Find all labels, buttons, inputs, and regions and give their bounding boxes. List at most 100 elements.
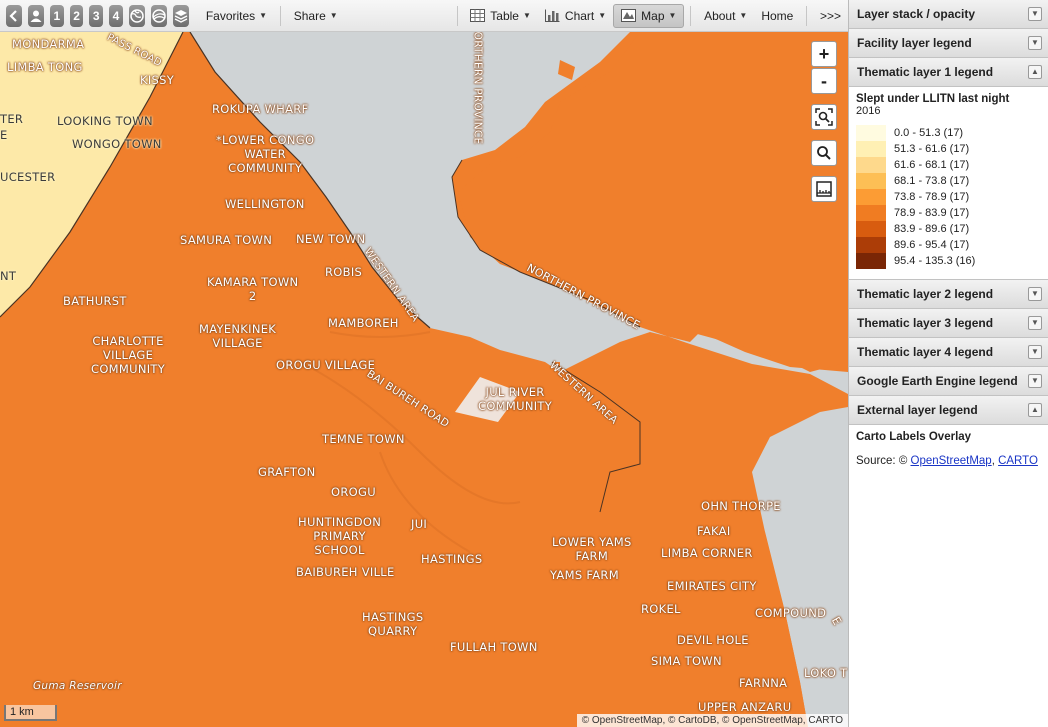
map-label: YAMS FARM bbox=[550, 568, 619, 582]
external-layer-source: Source: © OpenStreetMap, CARTO bbox=[856, 455, 1041, 467]
user-icon[interactable] bbox=[28, 4, 44, 27]
legend-class-row: 68.1 - 73.8 (17) bbox=[856, 173, 1041, 189]
map-menu[interactable]: Map ▼ bbox=[613, 3, 685, 28]
map-label: ROKEL bbox=[641, 602, 681, 616]
top-toolbar: 1 2 3 4 Favorites ▼ Share ▼ Table ▼ Chart ▼ … bbox=[0, 0, 848, 32]
favorite-slot-1-button[interactable]: 1 bbox=[50, 4, 64, 27]
share-menu[interactable]: Share ▼ bbox=[287, 4, 345, 28]
home-link[interactable]: Home bbox=[754, 4, 800, 28]
legend-classes: 0.0 - 51.3 (17) 51.3 - 61.6 (17) 61.6 - 68… bbox=[856, 125, 1041, 269]
section-title: Facility layer legend bbox=[857, 36, 972, 50]
expand-icon[interactable]: ▼ bbox=[1028, 345, 1042, 359]
expand-icon[interactable]: ▼ bbox=[1028, 36, 1042, 50]
map-label: LOOKING TOWN bbox=[57, 114, 153, 128]
globe-icon[interactable] bbox=[128, 4, 145, 27]
legend-class-label: 73.8 - 78.9 (17) bbox=[894, 191, 970, 203]
map-label: ROKUPA WHARF bbox=[212, 102, 309, 116]
map-canvas[interactable]: + - MONDARMA PASS ROAD LIMBA TONG KISSY … bbox=[0, 32, 848, 727]
chevron-down-icon: ▼ bbox=[739, 11, 748, 20]
expand-icon[interactable]: ▼ bbox=[1028, 287, 1042, 301]
table-menu[interactable]: Table ▼ bbox=[463, 4, 538, 28]
zoom-to-content-button[interactable] bbox=[811, 104, 837, 130]
map-label: UCESTER bbox=[0, 170, 56, 184]
favorite-slot-2-button[interactable]: 2 bbox=[69, 4, 84, 27]
map-label: TER bbox=[0, 112, 24, 126]
thematic-2-legend-header[interactable]: Thematic layer 2 legend ▼ bbox=[849, 280, 1048, 309]
earth-engine-legend-header[interactable]: Google Earth Engine legend ▼ bbox=[849, 367, 1048, 396]
toolbar-divider bbox=[690, 5, 692, 26]
legend-swatch bbox=[856, 173, 886, 189]
map-label: JUL RIVER COMMUNITY bbox=[478, 385, 553, 413]
about-menu[interactable]: About ▼ bbox=[697, 4, 754, 28]
map-label: NT bbox=[0, 269, 17, 283]
thematic-3-legend-header[interactable]: Thematic layer 3 legend ▼ bbox=[849, 309, 1048, 338]
external-legend-header[interactable]: External layer legend ▲ bbox=[849, 396, 1048, 425]
layer-stack-header[interactable]: Layer stack / opacity ▼ bbox=[849, 0, 1048, 29]
earth-engine-icon[interactable] bbox=[150, 4, 167, 27]
map-label: SIMA TOWN bbox=[651, 654, 722, 668]
scale-bar: 1 km bbox=[4, 705, 57, 721]
legend-swatch bbox=[856, 205, 886, 221]
measure-button[interactable] bbox=[811, 176, 837, 202]
external-legend-body: Carto Labels Overlay Source: © OpenStree… bbox=[849, 425, 1048, 477]
section-title: Layer stack / opacity bbox=[857, 7, 976, 21]
legend-class-label: 0.0 - 51.3 (17) bbox=[894, 127, 964, 139]
map-label: COMPOUND bbox=[755, 606, 827, 620]
section-title: Thematic layer 3 legend bbox=[857, 316, 994, 330]
chart-menu[interactable]: Chart ▼ bbox=[538, 4, 613, 28]
legend-swatch bbox=[856, 221, 886, 237]
about-menu-label: About bbox=[704, 8, 736, 23]
map-label: EMIRATES CITY bbox=[667, 579, 757, 593]
map-label: HUNTINGDON PRIMARY SCHOOL bbox=[298, 515, 382, 557]
map-label: OROGU bbox=[331, 485, 376, 499]
map-attribution: © OpenStreetMap, © CartoDB, © OpenStreet… bbox=[576, 714, 848, 727]
map-label: *LOWER CONGO WATER COMMUNITY bbox=[216, 133, 315, 175]
map-label: Guma Reservoir bbox=[33, 680, 122, 692]
map-label: E bbox=[0, 128, 8, 142]
toolbar-divider bbox=[456, 5, 458, 26]
favorite-slot-4-button[interactable]: 4 bbox=[109, 4, 123, 27]
legend-panel: Layer stack / opacity ▼ Facility layer l… bbox=[848, 0, 1048, 727]
legend-swatch bbox=[856, 189, 886, 205]
layers-icon[interactable] bbox=[172, 4, 189, 27]
map-label: DEVIL HOLE bbox=[677, 633, 749, 647]
thematic-4-legend-header[interactable]: Thematic layer 4 legend ▼ bbox=[849, 338, 1048, 367]
map-label: OHN THORPE bbox=[701, 499, 781, 513]
legend-period: 2016 bbox=[856, 105, 881, 117]
chevron-down-icon: ▼ bbox=[598, 11, 607, 20]
search-icon bbox=[817, 146, 831, 160]
legend-class-row: 95.4 - 135.3 (16) bbox=[856, 253, 1041, 269]
map-label: UPPER ANZARU bbox=[698, 700, 792, 714]
zoom-in-button[interactable]: + bbox=[811, 41, 837, 67]
map-label: FARNNA bbox=[739, 676, 788, 690]
legend-class-row: 89.6 - 95.4 (17) bbox=[856, 237, 1041, 253]
map-label: TEMNE TOWN bbox=[322, 432, 405, 446]
collapse-icon[interactable]: ▲ bbox=[1028, 403, 1042, 417]
map-label: NORTHERN PROVINCE bbox=[471, 32, 484, 145]
legend-class-row: 73.8 - 78.9 (17) bbox=[856, 189, 1041, 205]
chevron-down-icon: ▼ bbox=[329, 11, 338, 20]
search-button[interactable] bbox=[811, 140, 837, 166]
map-label: LIMBA TONG bbox=[7, 60, 83, 74]
legend-title: Slept under LLITN last night bbox=[856, 93, 1010, 105]
ruler-icon bbox=[816, 181, 832, 197]
openstreetmap-link[interactable]: OpenStreetMap bbox=[911, 455, 992, 467]
favorite-slot-3-button[interactable]: 3 bbox=[89, 4, 104, 27]
expand-icon[interactable]: ▼ bbox=[1028, 7, 1042, 21]
expand-icon[interactable]: ▼ bbox=[1028, 316, 1042, 330]
expand-more-button[interactable]: >>> bbox=[813, 4, 848, 28]
collapse-icon[interactable]: ▲ bbox=[1028, 65, 1042, 79]
expand-icon[interactable]: ▼ bbox=[1028, 374, 1042, 388]
legend-swatch bbox=[856, 125, 886, 141]
map-label: FULLAH TOWN bbox=[450, 640, 538, 654]
section-title: Thematic layer 4 legend bbox=[857, 345, 994, 359]
back-icon[interactable] bbox=[6, 4, 22, 27]
map-label: MAYENKINEK VILLAGE bbox=[199, 322, 277, 350]
thematic-1-legend-header[interactable]: Thematic layer 1 legend ▲ bbox=[849, 58, 1048, 87]
zoom-out-button[interactable]: - bbox=[811, 68, 837, 94]
carto-link[interactable]: CARTO bbox=[998, 455, 1038, 467]
map-label: HASTINGS QUARRY bbox=[362, 610, 424, 638]
map-label: KAMARA TOWN 2 bbox=[207, 275, 299, 303]
facility-legend-header[interactable]: Facility layer legend ▼ bbox=[849, 29, 1048, 58]
favorites-menu[interactable]: Favorites ▼ bbox=[199, 4, 274, 28]
